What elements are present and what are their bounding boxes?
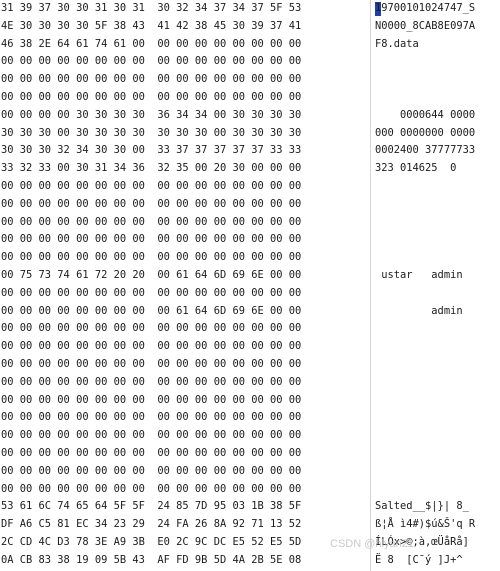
- hex-row[interactable]: 00 00 00 00 00 00 00 00 00 00 00 00 00 0…: [0, 338, 500, 356]
- hex-row[interactable]: 00 00 00 00 00 00 00 00 00 00 00 00 00 0…: [0, 409, 500, 427]
- ascii-text[interactable]: [375, 375, 499, 390]
- hex-bytes[interactable]: 4E 30 30 30 30 5F 38 43 41 42 38 45 30 3…: [1, 19, 369, 34]
- hex-bytes[interactable]: 00 00 00 00 00 00 00 00 00 00 00 00 00 0…: [1, 428, 369, 443]
- hex-row[interactable]: 00 00 00 00 00 00 00 00 00 00 00 00 00 0…: [0, 71, 500, 89]
- hex-bytes[interactable]: 00 00 00 00 00 00 00 00 00 00 00 00 00 0…: [1, 375, 369, 390]
- ascii-text[interactable]: [375, 428, 499, 443]
- hex-row[interactable]: 00 00 00 00 00 00 00 00 00 00 00 00 00 0…: [0, 320, 500, 338]
- ascii-text[interactable]: [375, 339, 499, 354]
- ascii-text[interactable]: [375, 410, 499, 425]
- hex-bytes[interactable]: DF A6 C5 81 EC 34 23 29 24 FA 26 8A 92 7…: [1, 517, 369, 532]
- hex-bytes[interactable]: 00 00 00 00 00 00 00 00 00 00 00 00 00 0…: [1, 54, 369, 69]
- watermark: CSDN @hlyan21: [330, 538, 414, 550]
- hex-bytes[interactable]: 33 32 33 00 30 31 34 36 32 35 00 20 30 0…: [1, 161, 369, 176]
- ascii-text[interactable]: admin: [375, 304, 499, 319]
- hex-bytes[interactable]: 30 30 30 00 30 30 30 30 30 30 30 00 30 3…: [1, 126, 369, 141]
- hex-row[interactable]: 00 00 00 00 00 00 00 00 00 00 00 00 00 0…: [0, 392, 500, 410]
- hex-bytes[interactable]: 00 00 00 00 00 00 00 00 00 00 00 00 00 0…: [1, 357, 369, 372]
- hex-row[interactable]: 30 30 30 32 34 30 30 00 33 37 37 37 37 3…: [0, 142, 500, 160]
- ascii-text[interactable]: 19700101024747_S: [375, 1, 499, 16]
- hex-bytes[interactable]: 00 00 00 00 00 00 00 00 00 00 00 00 00 0…: [1, 286, 369, 301]
- hex-bytes[interactable]: 00 00 00 00 00 00 00 00 00 00 00 00 00 0…: [1, 482, 369, 497]
- hex-bytes[interactable]: 00 00 00 00 00 00 00 00 00 00 00 00 00 0…: [1, 446, 369, 461]
- hex-row[interactable]: 00 00 00 00 00 00 00 00 00 00 00 00 00 0…: [0, 427, 500, 445]
- ascii-text[interactable]: [375, 357, 499, 372]
- hex-bytes[interactable]: 00 00 00 00 00 00 00 00 00 00 00 00 00 0…: [1, 232, 369, 247]
- ascii-text[interactable]: [375, 250, 499, 265]
- hex-row[interactable]: 00 00 00 00 00 00 00 00 00 00 00 00 00 0…: [0, 89, 500, 107]
- hex-row[interactable]: 00 00 00 00 00 00 00 00 00 00 00 00 00 0…: [0, 53, 500, 71]
- hex-row[interactable]: 00 00 00 00 00 00 00 00 00 00 00 00 00 0…: [0, 445, 500, 463]
- hex-bytes[interactable]: 00 00 00 00 00 00 00 00 00 00 00 00 00 0…: [1, 339, 369, 354]
- ascii-text[interactable]: [375, 215, 499, 230]
- hex-bytes[interactable]: 00 00 00 00 00 00 00 00 00 00 00 00 00 0…: [1, 393, 369, 408]
- ascii-text[interactable]: N0000_8CAB8E097A: [375, 19, 499, 34]
- hex-bytes[interactable]: 0A CB 83 38 19 09 5B 43 AF FD 9B 5D 4A 2…: [1, 553, 369, 568]
- ascii-text[interactable]: F8.data: [375, 37, 499, 52]
- ascii-text[interactable]: [375, 464, 499, 479]
- hex-row[interactable]: DF A6 C5 81 EC 34 23 29 24 FA 26 8A 92 7…: [0, 516, 500, 534]
- hex-row[interactable]: 4E 30 30 30 30 5F 38 43 41 42 38 45 30 3…: [0, 18, 500, 36]
- hex-bytes[interactable]: 00 00 00 00 30 30 30 30 36 34 34 00 30 3…: [1, 108, 369, 123]
- hex-row[interactable]: 30 30 30 00 30 30 30 30 30 30 30 00 30 3…: [0, 125, 500, 143]
- hex-row[interactable]: 00 00 00 00 00 00 00 00 00 00 00 00 00 0…: [0, 231, 500, 249]
- ascii-text[interactable]: Salted__$|}| 8_: [375, 499, 499, 514]
- hex-row[interactable]: 00 00 00 00 00 00 00 00 00 00 00 00 00 0…: [0, 374, 500, 392]
- hex-row[interactable]: 00 00 00 00 00 00 00 00 00 61 64 6D 69 6…: [0, 303, 500, 321]
- hex-bytes[interactable]: 00 00 00 00 00 00 00 00 00 00 00 00 00 0…: [1, 197, 369, 212]
- hex-row[interactable]: 00 75 73 74 61 72 20 20 00 61 64 6D 69 6…: [0, 267, 500, 285]
- hex-bytes[interactable]: 00 00 00 00 00 00 00 00 00 00 00 00 00 0…: [1, 90, 369, 105]
- ascii-text[interactable]: [375, 286, 499, 301]
- hex-bytes[interactable]: 00 00 00 00 00 00 00 00 00 00 00 00 00 0…: [1, 250, 369, 265]
- hex-bytes[interactable]: 00 00 00 00 00 00 00 00 00 00 00 00 00 0…: [1, 179, 369, 194]
- hex-bytes[interactable]: 00 00 00 00 00 00 00 00 00 00 00 00 00 0…: [1, 72, 369, 87]
- ascii-text[interactable]: [375, 482, 499, 497]
- ascii-text[interactable]: [375, 54, 499, 69]
- ascii-text[interactable]: [375, 197, 499, 212]
- ascii-text[interactable]: [375, 393, 499, 408]
- hex-bytes[interactable]: 00 00 00 00 00 00 00 00 00 61 64 6D 69 6…: [1, 304, 369, 319]
- hex-row[interactable]: 00 00 00 00 00 00 00 00 00 00 00 00 00 0…: [0, 178, 500, 196]
- hex-bytes[interactable]: 46 38 2E 64 61 74 61 00 00 00 00 00 00 0…: [1, 37, 369, 52]
- hex-bytes[interactable]: 30 30 30 32 34 30 30 00 33 37 37 37 37 3…: [1, 143, 369, 158]
- ascii-text[interactable]: ustar admin: [375, 268, 499, 283]
- hex-row[interactable]: 33 32 33 00 30 31 34 36 32 35 00 20 30 0…: [0, 160, 500, 178]
- hex-row[interactable]: 00 00 00 00 30 30 30 30 36 34 34 00 30 3…: [0, 107, 500, 125]
- hex-bytes[interactable]: 00 00 00 00 00 00 00 00 00 00 00 00 00 0…: [1, 215, 369, 230]
- hex-row[interactable]: 00 00 00 00 00 00 00 00 00 00 00 00 00 0…: [0, 214, 500, 232]
- hex-row[interactable]: 00 00 00 00 00 00 00 00 00 00 00 00 00 0…: [0, 285, 500, 303]
- hex-bytes[interactable]: 53 61 6C 74 65 64 5F 5F 24 85 7D 95 03 1…: [1, 499, 369, 514]
- ascii-text[interactable]: [375, 446, 499, 461]
- hex-row[interactable]: 00 00 00 00 00 00 00 00 00 00 00 00 00 0…: [0, 463, 500, 481]
- ascii-text[interactable]: 323 014625 0: [375, 161, 499, 176]
- ascii-text[interactable]: ß¦Å ì4#)$ú&Š'q R: [375, 517, 499, 532]
- hex-row[interactable]: 53 61 6C 74 65 64 5F 5F 24 85 7D 95 03 1…: [0, 498, 500, 516]
- ascii-text[interactable]: [375, 72, 499, 87]
- hex-bytes[interactable]: 00 75 73 74 61 72 20 20 00 61 64 6D 69 6…: [1, 268, 369, 283]
- hex-row[interactable]: 00 00 00 00 00 00 00 00 00 00 00 00 00 0…: [0, 356, 500, 374]
- hex-row[interactable]: 46 38 2E 64 61 74 61 00 00 00 00 00 00 0…: [0, 36, 500, 54]
- ascii-text[interactable]: [375, 232, 499, 247]
- hex-bytes[interactable]: 00 00 00 00 00 00 00 00 00 00 00 00 00 0…: [1, 410, 369, 425]
- ascii-text[interactable]: 0000644 0000: [375, 108, 499, 123]
- hex-row[interactable]: 31 39 37 30 30 31 30 31 30 32 34 37 34 3…: [0, 0, 500, 18]
- hex-row[interactable]: 00 00 00 00 00 00 00 00 00 00 00 00 00 0…: [0, 481, 500, 499]
- hex-bytes[interactable]: 2C CD 4C D3 78 3E A9 3B E0 2C 9C DC E5 5…: [1, 535, 369, 550]
- ascii-text[interactable]: 0002400 37777733: [375, 143, 499, 158]
- ascii-text[interactable]: [375, 90, 499, 105]
- hex-row[interactable]: 00 00 00 00 00 00 00 00 00 00 00 00 00 0…: [0, 249, 500, 267]
- ascii-text[interactable]: [375, 321, 499, 336]
- hex-bytes[interactable]: 00 00 00 00 00 00 00 00 00 00 00 00 00 0…: [1, 464, 369, 479]
- hex-viewer: 31 39 37 30 30 31 30 31 30 32 34 37 34 3…: [0, 0, 500, 571]
- hex-bytes[interactable]: 31 39 37 30 30 31 30 31 30 32 34 37 34 3…: [1, 1, 369, 16]
- hex-bytes[interactable]: 00 00 00 00 00 00 00 00 00 00 00 00 00 0…: [1, 321, 369, 336]
- hex-row[interactable]: 00 00 00 00 00 00 00 00 00 00 00 00 00 0…: [0, 196, 500, 214]
- ascii-text[interactable]: [375, 179, 499, 194]
- ascii-text[interactable]: 000 0000000 0000: [375, 126, 499, 141]
